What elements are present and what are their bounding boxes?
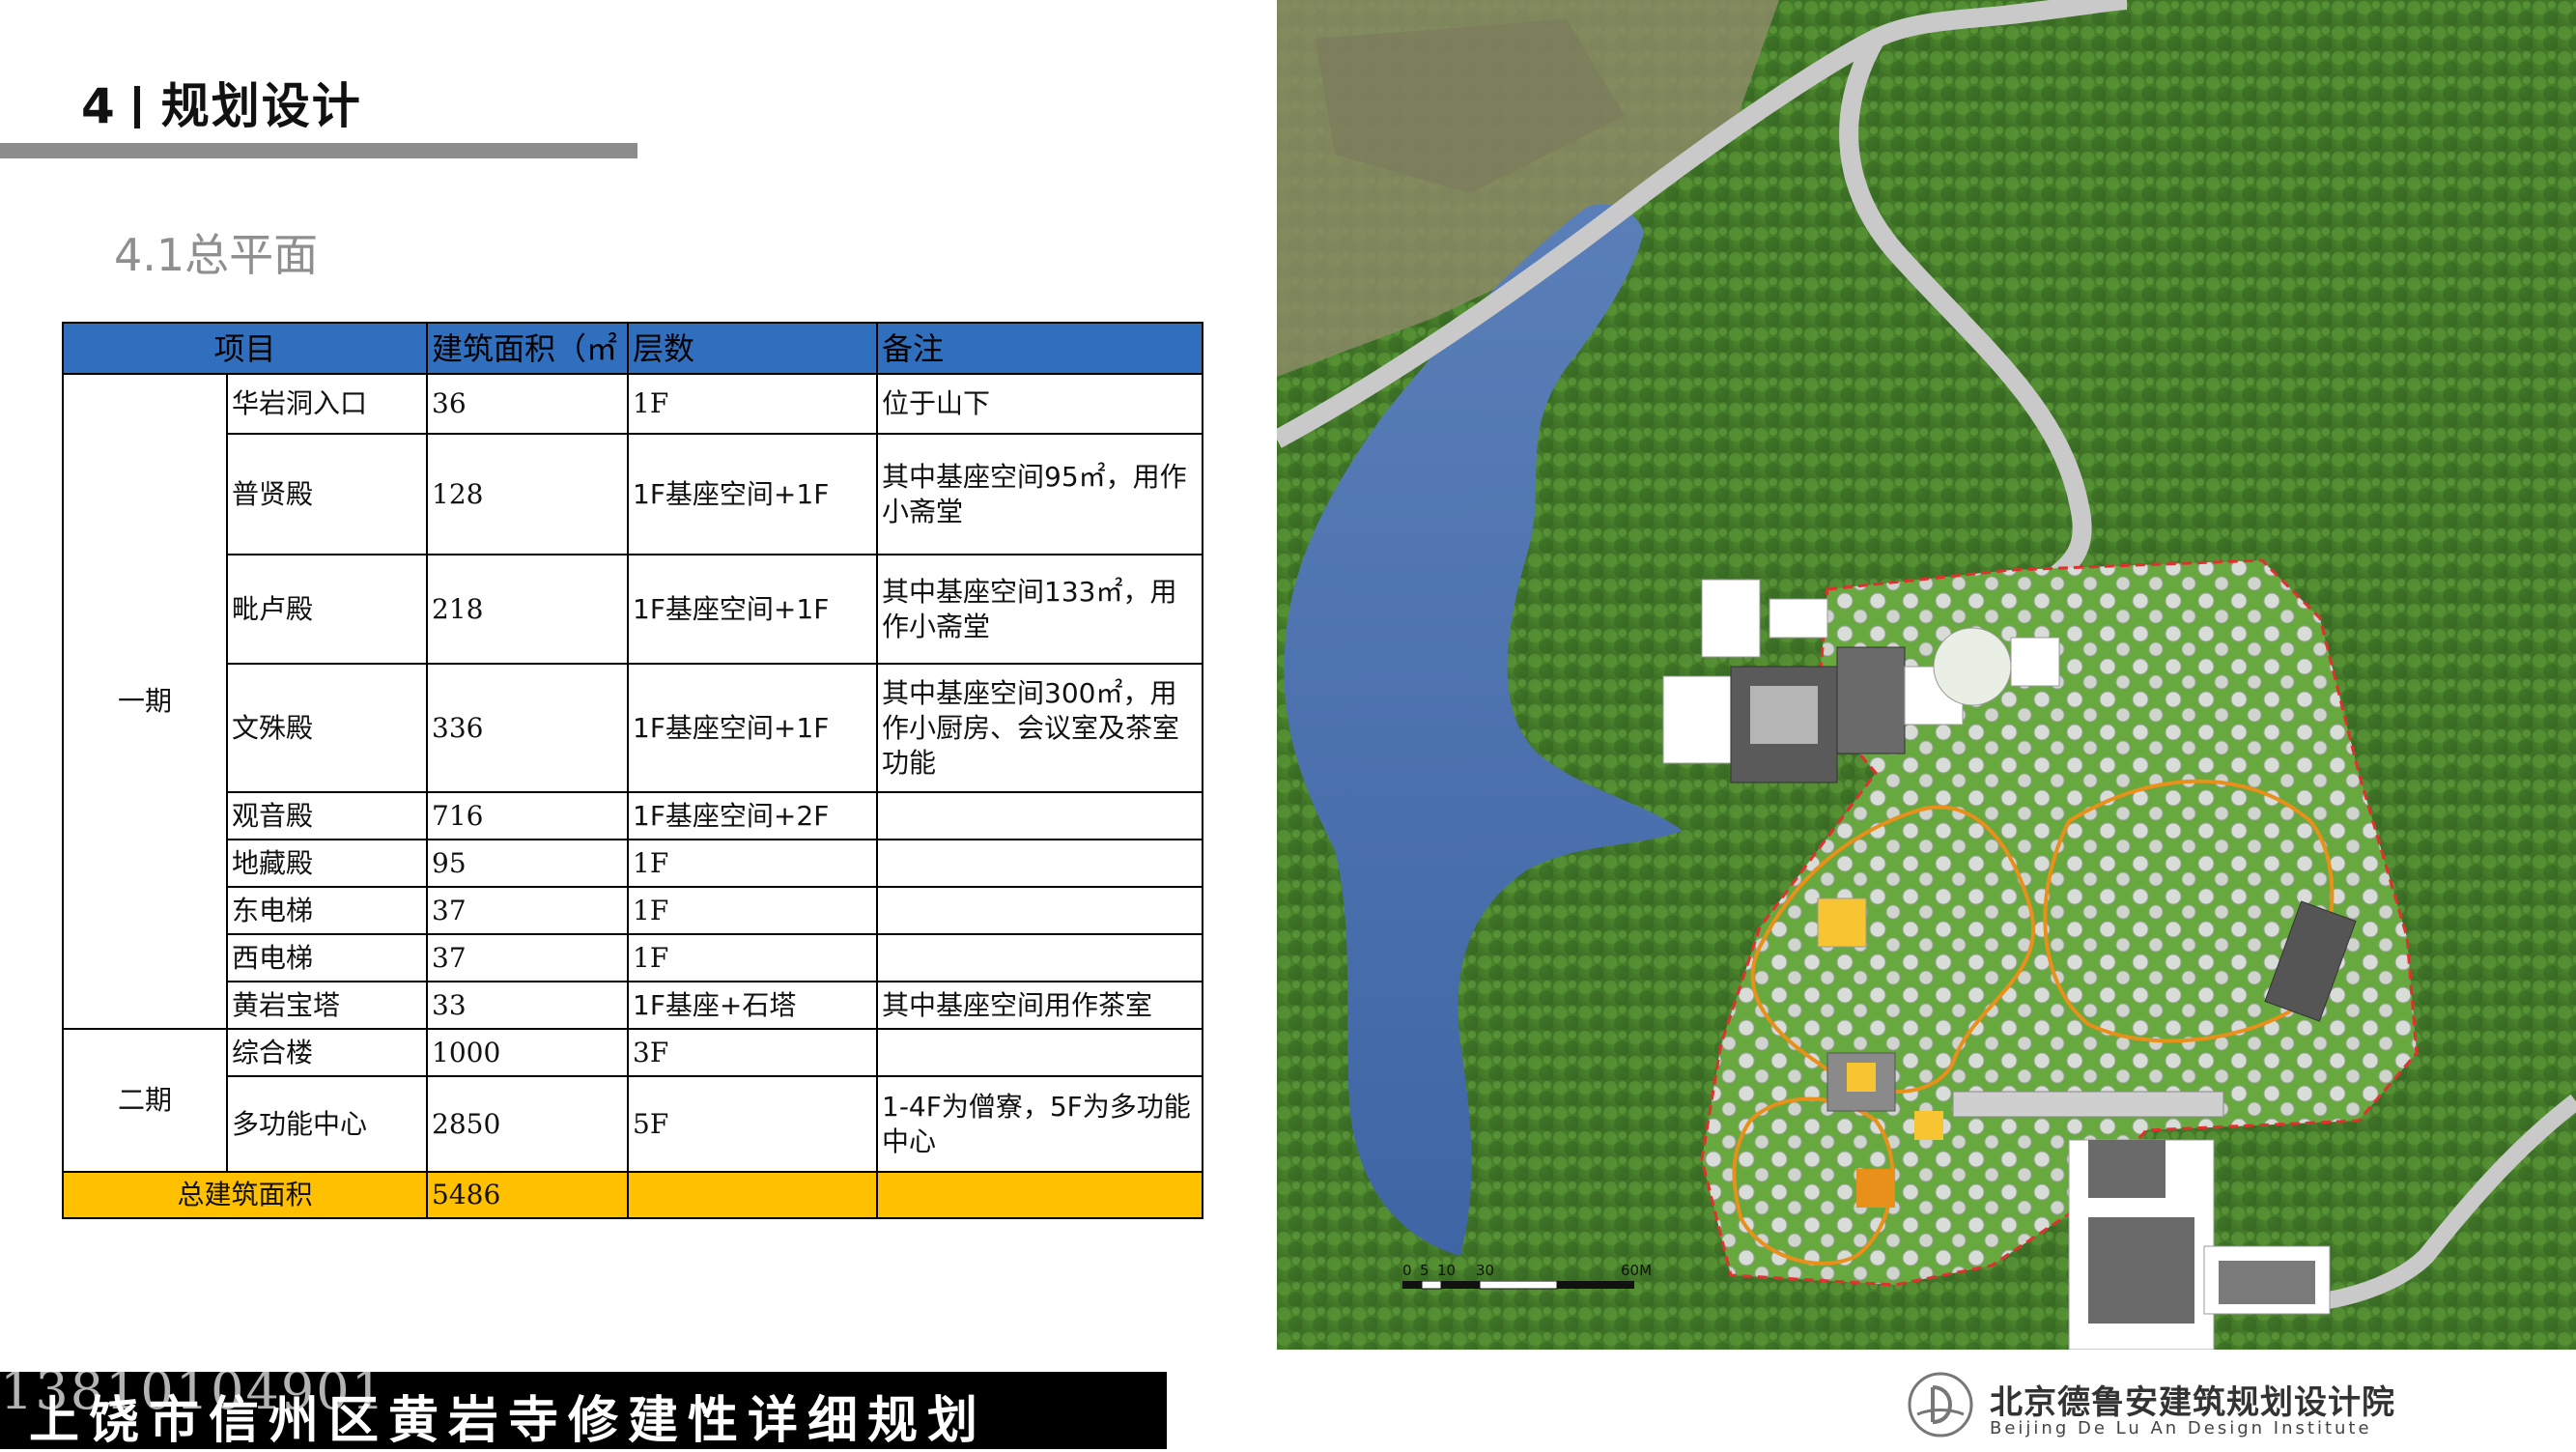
table-row: 西电梯 37 1F xyxy=(63,933,1203,982)
building-area-table: 项目 建筑面积（㎡ 层数 备注 一期 华岩洞入口 36 1F 位于山下 普贤殿 … xyxy=(62,322,1203,1219)
row-floors: 1F基座空间+2F xyxy=(627,791,878,840)
row-area: 95 xyxy=(426,839,629,888)
design-institute-logo-icon xyxy=(1908,1372,1973,1438)
row-name: 西电梯 xyxy=(226,933,428,982)
row-floors: 3F xyxy=(627,1028,878,1077)
row-note: 其中基座空间95㎡，用作小斋堂 xyxy=(876,433,1203,555)
row-floors: 1F基座+石塔 xyxy=(627,981,878,1030)
table-row: 二期 综合楼 1000 3F xyxy=(62,1028,1203,1173)
row-floors: 1F xyxy=(627,373,878,435)
header-rule xyxy=(0,143,637,158)
phase-two-label: 二期 xyxy=(62,1028,228,1173)
row-name: 文殊殿 xyxy=(226,663,428,793)
row-note xyxy=(876,839,1203,888)
institute-name-cn: 北京德鲁安建筑规划设计院 xyxy=(1990,1383,2395,1422)
row-note xyxy=(876,933,1203,982)
row-area: 37 xyxy=(426,933,629,982)
table-row: 文殊殿 336 1F基座空间+1F 其中基座空间300㎡，用作小厨房、会议室及茶… xyxy=(63,663,1203,793)
row-note xyxy=(876,791,1203,840)
row-note: 1-4F为僧寮，5F为多功能中心 xyxy=(876,1075,1203,1173)
section-title: 规划设计 xyxy=(160,78,362,134)
row-name: 黄岩宝塔 xyxy=(226,981,428,1030)
total-note-empty xyxy=(876,1171,1203,1219)
row-note xyxy=(876,886,1203,935)
table-row: 一期 华岩洞入口 36 1F 位于山下 xyxy=(62,373,1203,1030)
phone-watermark: 13810104901 xyxy=(0,1360,386,1421)
row-area: 36 xyxy=(426,373,629,435)
header-notes: 备注 xyxy=(876,322,1203,375)
scale-label: 30 xyxy=(1476,1262,1495,1279)
header-area: 建筑面积（㎡ xyxy=(426,322,629,375)
corridor xyxy=(1952,1091,2224,1118)
row-area: 2850 xyxy=(426,1075,629,1173)
scale-label: 10 xyxy=(1437,1262,1457,1279)
subtitle: 4.1总平面 xyxy=(114,229,319,281)
row-floors: 1F基座空间+1F xyxy=(627,554,878,665)
scale-labels: 0 5 10 30 60M xyxy=(1402,1262,1654,1281)
institute-name-en: Beijing De Lu An Design Institute xyxy=(1990,1418,2372,1438)
row-area: 1000 xyxy=(426,1028,629,1077)
courtyard xyxy=(1933,627,2012,706)
row-floors: 1F xyxy=(627,886,878,935)
table-row: 观音殿 716 1F基座空间+2F xyxy=(63,791,1203,840)
building-outline xyxy=(1701,579,1761,658)
phase-one-label: 一期 xyxy=(62,373,228,1030)
row-floors: 5F xyxy=(627,1075,878,1173)
row-note: 其中基座空间133㎡，用作小斋堂 xyxy=(876,554,1203,665)
total-floors-empty xyxy=(627,1171,878,1219)
row-area: 336 xyxy=(426,663,629,793)
total-label: 总建筑面积 xyxy=(62,1171,428,1219)
row-floors: 1F基座空间+1F xyxy=(627,663,878,793)
table-row: 东电梯 37 1F xyxy=(63,886,1203,935)
site-plan-map xyxy=(1277,0,2576,1350)
table-row: 毗卢殿 218 1F基座空间+1F 其中基座空间133㎡，用作小斋堂 xyxy=(63,554,1203,665)
table-header-row: 项目 建筑面积（㎡ 层数 备注 xyxy=(62,322,1203,375)
table-row: 黄岩宝塔 33 1F基座+石塔 其中基座空间用作茶室 xyxy=(63,981,1203,1030)
row-name: 观音殿 xyxy=(226,791,428,840)
table-row: 多功能中心 2850 5F 1-4F为僧寮，5F为多功能中心 xyxy=(63,1075,1203,1173)
row-floors: 1F xyxy=(627,933,878,982)
row-name: 普贤殿 xyxy=(226,433,428,555)
row-note: 其中基座空间用作茶室 xyxy=(876,981,1203,1030)
row-area: 37 xyxy=(426,886,629,935)
table-row: 普贤殿 128 1F基座空间+1F 其中基座空间95㎡，用作小斋堂 xyxy=(63,433,1203,555)
scale-label: 0 xyxy=(1402,1262,1412,1279)
section-number: 4 xyxy=(81,78,117,134)
row-area: 128 xyxy=(426,433,629,555)
table-row: 地藏殿 95 1F xyxy=(63,839,1203,888)
row-name: 多功能中心 xyxy=(226,1075,428,1173)
row-note: 其中基座空间300㎡，用作小厨房、会议室及茶室功能 xyxy=(876,663,1203,793)
row-name: 毗卢殿 xyxy=(226,554,428,665)
total-row: 总建筑面积 5486 xyxy=(62,1171,1203,1219)
scale-label: 5 xyxy=(1420,1262,1430,1279)
row-area: 33 xyxy=(426,981,629,1030)
row-name: 综合楼 xyxy=(226,1028,428,1077)
row-name: 地藏殿 xyxy=(226,839,428,888)
header-item: 项目 xyxy=(62,322,428,375)
row-note xyxy=(876,1028,1203,1077)
row-name: 华岩洞入口 xyxy=(226,373,428,435)
row-floors: 1F xyxy=(627,839,878,888)
row-note: 位于山下 xyxy=(876,373,1203,435)
row-name: 东电梯 xyxy=(226,886,428,935)
row-area: 218 xyxy=(426,554,629,665)
section-heading: 4 规划设计 xyxy=(81,68,362,137)
header-floors: 层数 xyxy=(627,322,878,375)
row-area: 716 xyxy=(426,791,629,840)
yellow-pavilion xyxy=(1817,897,1867,948)
title-divider xyxy=(133,86,140,128)
scale-label: 60M xyxy=(1621,1262,1653,1279)
scale-bar xyxy=(1402,1281,1634,1290)
total-area: 5486 xyxy=(426,1171,629,1219)
row-floors: 1F基座空间+1F xyxy=(627,433,878,555)
